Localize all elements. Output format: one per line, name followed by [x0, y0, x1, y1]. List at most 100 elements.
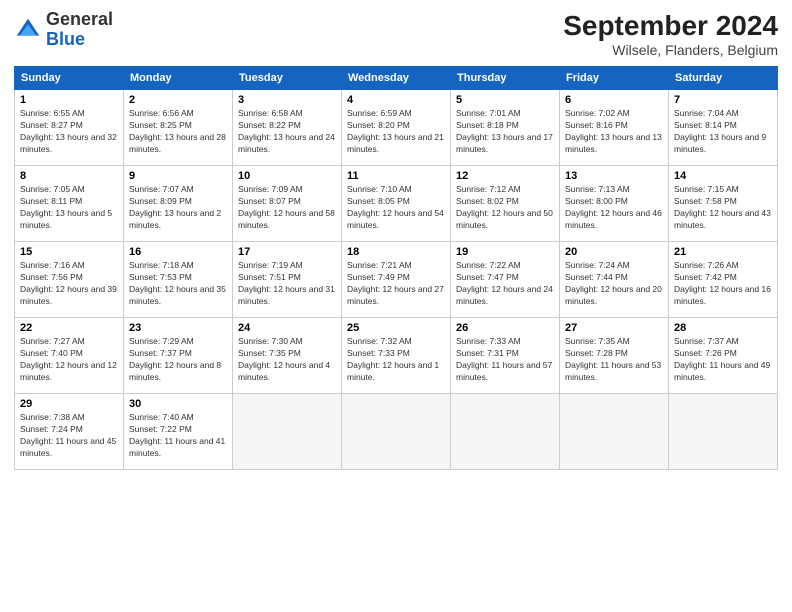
- logo-line1: General: [46, 10, 113, 30]
- day-info: Sunrise: 7:19 AMSunset: 7:51 PMDaylight:…: [238, 260, 336, 308]
- col-saturday: Saturday: [669, 67, 778, 90]
- table-row: 8 Sunrise: 7:05 AMSunset: 8:11 PMDaylight…: [15, 166, 124, 242]
- day-info: Sunrise: 7:04 AMSunset: 8:14 PMDaylight:…: [674, 108, 772, 156]
- table-row: 10 Sunrise: 7:09 AMSunset: 8:07 PMDayligh…: [233, 166, 342, 242]
- table-row: 30 Sunrise: 7:40 AMSunset: 7:22 PMDayligh…: [124, 394, 233, 470]
- day-number: 16: [129, 246, 227, 258]
- day-number: 26: [456, 322, 554, 334]
- day-number: 22: [20, 322, 118, 334]
- day-info: Sunrise: 7:21 AMSunset: 7:49 PMDaylight:…: [347, 260, 445, 308]
- day-number: 20: [565, 246, 663, 258]
- day-number: 5: [456, 94, 554, 106]
- table-row: 1 Sunrise: 6:55 AMSunset: 8:27 PMDaylight…: [15, 90, 124, 166]
- day-number: 11: [347, 170, 445, 182]
- table-row: 3 Sunrise: 6:58 AMSunset: 8:22 PMDaylight…: [233, 90, 342, 166]
- table-row: [451, 394, 560, 470]
- table-row: 13Sunrise: 7:13 AMSunset: 8:00 PMDayligh…: [560, 166, 669, 242]
- day-info: Sunrise: 7:29 AMSunset: 7:37 PMDaylight:…: [129, 336, 227, 384]
- day-info: Sunrise: 7:38 AMSunset: 7:24 PMDaylight:…: [20, 412, 118, 460]
- day-number: 12: [456, 170, 554, 182]
- day-info: Sunrise: 7:05 AMSunset: 8:11 PMDaylight:…: [20, 184, 118, 232]
- day-info: Sunrise: 7:16 AMSunset: 7:56 PMDaylight:…: [20, 260, 118, 308]
- table-row: 26 Sunrise: 7:33 AMSunset: 7:31 PMDayligh…: [451, 318, 560, 394]
- table-row: [233, 394, 342, 470]
- logo-line2: Blue: [46, 30, 113, 50]
- calendar-table: Sunday Monday Tuesday Wednesday Thursday…: [14, 66, 778, 470]
- col-thursday: Thursday: [451, 67, 560, 90]
- day-info: Sunrise: 6:59 AMSunset: 8:20 PMDaylight:…: [347, 108, 445, 156]
- table-row: 12 Sunrise: 7:12 AMSunset: 8:02 PMDayligh…: [451, 166, 560, 242]
- day-number: 23: [129, 322, 227, 334]
- day-number: 18: [347, 246, 445, 258]
- day-number: 15: [20, 246, 118, 258]
- header: General Blue September 2024 Wilsele, Fla…: [14, 10, 778, 58]
- day-number: 4: [347, 94, 445, 106]
- table-row: 14 Sunrise: 7:15 AMSunset: 7:58 PMDayligh…: [669, 166, 778, 242]
- day-number: 1: [20, 94, 118, 106]
- table-row: 20 Sunrise: 7:24 AMSunset: 7:44 PMDayligh…: [560, 242, 669, 318]
- day-info: Sunrise: 7:10 AMSunset: 8:05 PMDaylight:…: [347, 184, 445, 232]
- day-info: Sunrise: 7:32 AMSunset: 7:33 PMDaylight:…: [347, 336, 445, 384]
- day-number: 19: [456, 246, 554, 258]
- day-number: 25: [347, 322, 445, 334]
- day-number: 10: [238, 170, 336, 182]
- table-row: [560, 394, 669, 470]
- logo-icon: [14, 16, 42, 44]
- day-number: 7: [674, 94, 772, 106]
- table-row: 7 Sunrise: 7:04 AMSunset: 8:14 PMDaylight…: [669, 90, 778, 166]
- table-row: 28 Sunrise: 7:37 AMSunset: 7:26 PMDayligh…: [669, 318, 778, 394]
- col-tuesday: Tuesday: [233, 67, 342, 90]
- logo: General Blue: [14, 10, 113, 50]
- page-container: General Blue September 2024 Wilsele, Fla…: [0, 0, 792, 480]
- day-info: Sunrise: 7:12 AMSunset: 8:02 PMDaylight:…: [456, 184, 554, 232]
- day-info: Sunrise: 7:33 AMSunset: 7:31 PMDaylight:…: [456, 336, 554, 384]
- day-info: Sunrise: 7:15 AMSunset: 7:58 PMDaylight:…: [674, 184, 772, 232]
- table-row: 22 Sunrise: 7:27 AMSunset: 7:40 PMDayligh…: [15, 318, 124, 394]
- day-info: Sunrise: 7:01 AMSunset: 8:18 PMDaylight:…: [456, 108, 554, 156]
- location-title: Wilsele, Flanders, Belgium: [563, 42, 778, 58]
- table-row: 18 Sunrise: 7:21 AMSunset: 7:49 PMDayligh…: [342, 242, 451, 318]
- table-row: 17Sunrise: 7:19 AMSunset: 7:51 PMDayligh…: [233, 242, 342, 318]
- table-row: 11 Sunrise: 7:10 AMSunset: 8:05 PMDayligh…: [342, 166, 451, 242]
- table-row: 29 Sunrise: 7:38 AMSunset: 7:24 PMDayligh…: [15, 394, 124, 470]
- day-info: Sunrise: 7:09 AMSunset: 8:07 PMDaylight:…: [238, 184, 336, 232]
- day-number: 14: [674, 170, 772, 182]
- table-row: 25 Sunrise: 7:32 AMSunset: 7:33 PMDayligh…: [342, 318, 451, 394]
- day-info: Sunrise: 7:30 AMSunset: 7:35 PMDaylight:…: [238, 336, 336, 384]
- day-info: Sunrise: 6:56 AMSunset: 8:25 PMDaylight:…: [129, 108, 227, 156]
- day-number: 3: [238, 94, 336, 106]
- day-number: 29: [20, 398, 118, 410]
- day-number: 30: [129, 398, 227, 410]
- day-number: 24: [238, 322, 336, 334]
- day-info: Sunrise: 7:40 AMSunset: 7:22 PMDaylight:…: [129, 412, 227, 460]
- table-row: 21Sunrise: 7:26 AMSunset: 7:42 PMDayligh…: [669, 242, 778, 318]
- day-info: Sunrise: 7:13 AMSunset: 8:00 PMDaylight:…: [565, 184, 663, 232]
- col-friday: Friday: [560, 67, 669, 90]
- table-row: 24 Sunrise: 7:30 AMSunset: 7:35 PMDayligh…: [233, 318, 342, 394]
- day-info: Sunrise: 7:24 AMSunset: 7:44 PMDaylight:…: [565, 260, 663, 308]
- table-row: 16 Sunrise: 7:18 AMSunset: 7:53 PMDayligh…: [124, 242, 233, 318]
- day-info: Sunrise: 7:18 AMSunset: 7:53 PMDaylight:…: [129, 260, 227, 308]
- day-number: 8: [20, 170, 118, 182]
- table-row: 5 Sunrise: 7:01 AMSunset: 8:18 PMDaylight…: [451, 90, 560, 166]
- day-info: Sunrise: 6:58 AMSunset: 8:22 PMDaylight:…: [238, 108, 336, 156]
- table-row: 15 Sunrise: 7:16 AMSunset: 7:56 PMDayligh…: [15, 242, 124, 318]
- day-info: Sunrise: 7:22 AMSunset: 7:47 PMDaylight:…: [456, 260, 554, 308]
- title-area: September 2024 Wilsele, Flanders, Belgiu…: [563, 10, 778, 58]
- table-row: [669, 394, 778, 470]
- col-monday: Monday: [124, 67, 233, 90]
- day-info: Sunrise: 7:27 AMSunset: 7:40 PMDaylight:…: [20, 336, 118, 384]
- col-wednesday: Wednesday: [342, 67, 451, 90]
- day-number: 28: [674, 322, 772, 334]
- day-number: 27: [565, 322, 663, 334]
- day-number: 2: [129, 94, 227, 106]
- month-title: September 2024: [563, 10, 778, 42]
- table-row: 23 Sunrise: 7:29 AMSunset: 7:37 PMDayligh…: [124, 318, 233, 394]
- day-number: 6: [565, 94, 663, 106]
- day-info: Sunrise: 7:35 AMSunset: 7:28 PMDaylight:…: [565, 336, 663, 384]
- col-sunday: Sunday: [15, 67, 124, 90]
- day-info: Sunrise: 7:37 AMSunset: 7:26 PMDaylight:…: [674, 336, 772, 384]
- day-info: Sunrise: 6:55 AMSunset: 8:27 PMDaylight:…: [20, 108, 118, 156]
- table-row: 6Sunrise: 7:02 AMSunset: 8:16 PMDaylight…: [560, 90, 669, 166]
- table-row: [342, 394, 451, 470]
